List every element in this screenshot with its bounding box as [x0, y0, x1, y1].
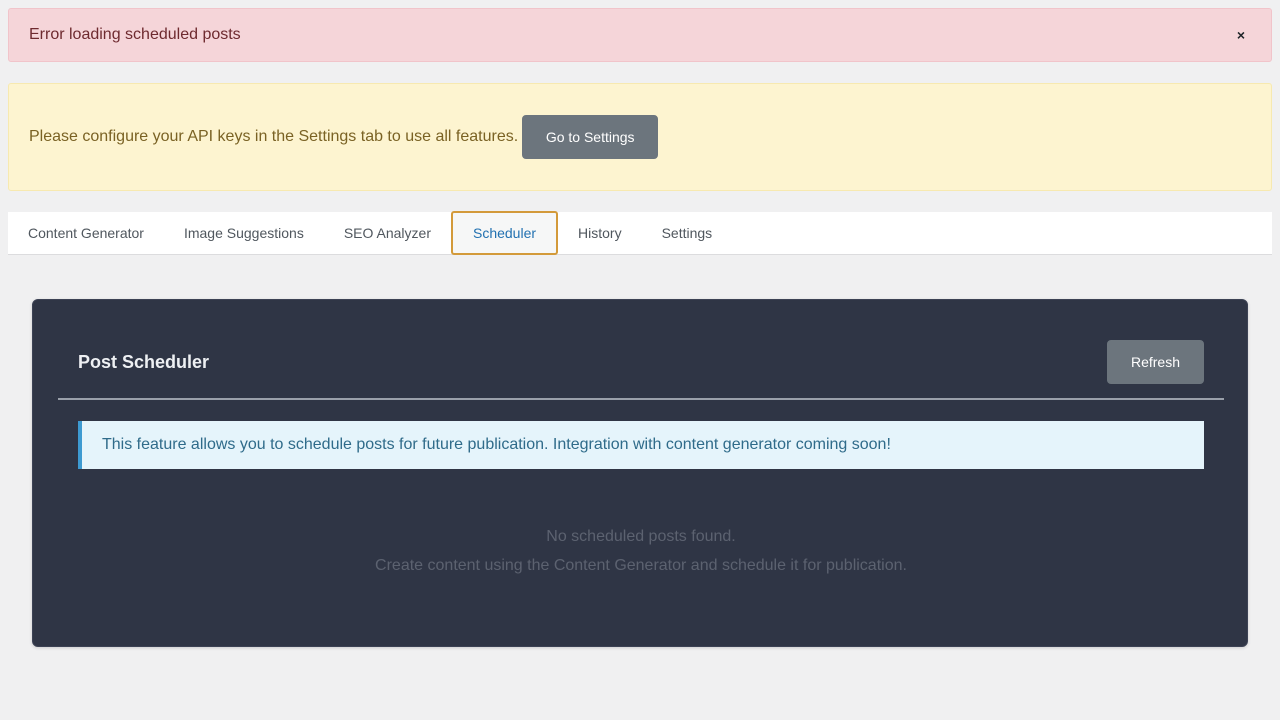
- warning-notice: Please configure your API keys in the Se…: [8, 83, 1272, 191]
- warning-message: Please configure your API keys in the Se…: [29, 128, 519, 145]
- card-title: Post Scheduler: [78, 352, 210, 372]
- tab-history[interactable]: History: [558, 212, 642, 255]
- empty-state: No scheduled posts found. Create content…: [33, 522, 1249, 580]
- go-to-settings-button[interactable]: Go to Settings: [522, 115, 659, 159]
- error-notice: Error loading scheduled posts ×: [8, 8, 1272, 62]
- error-message: Error loading scheduled posts: [29, 26, 241, 43]
- tab-seo-analyzer[interactable]: SEO Analyzer: [324, 212, 451, 255]
- empty-state-title: No scheduled posts found.: [546, 528, 736, 545]
- tab-scheduler[interactable]: Scheduler: [450, 211, 559, 255]
- empty-state-hint: Create content using the Content Generat…: [375, 557, 907, 574]
- tab-content-generator[interactable]: Content Generator: [8, 212, 164, 255]
- card-header: Post Scheduler Refresh: [58, 300, 1224, 400]
- scheduler-card: Post Scheduler Refresh This feature allo…: [32, 299, 1248, 647]
- tab-bar: Content Generator Image Suggestions SEO …: [8, 211, 1272, 255]
- close-icon[interactable]: ×: [1237, 28, 1245, 42]
- tab-settings[interactable]: Settings: [642, 212, 733, 255]
- refresh-button[interactable]: Refresh: [1107, 340, 1204, 384]
- tab-image-suggestions[interactable]: Image Suggestions: [164, 212, 324, 255]
- info-notice: This feature allows you to schedule post…: [78, 421, 1204, 469]
